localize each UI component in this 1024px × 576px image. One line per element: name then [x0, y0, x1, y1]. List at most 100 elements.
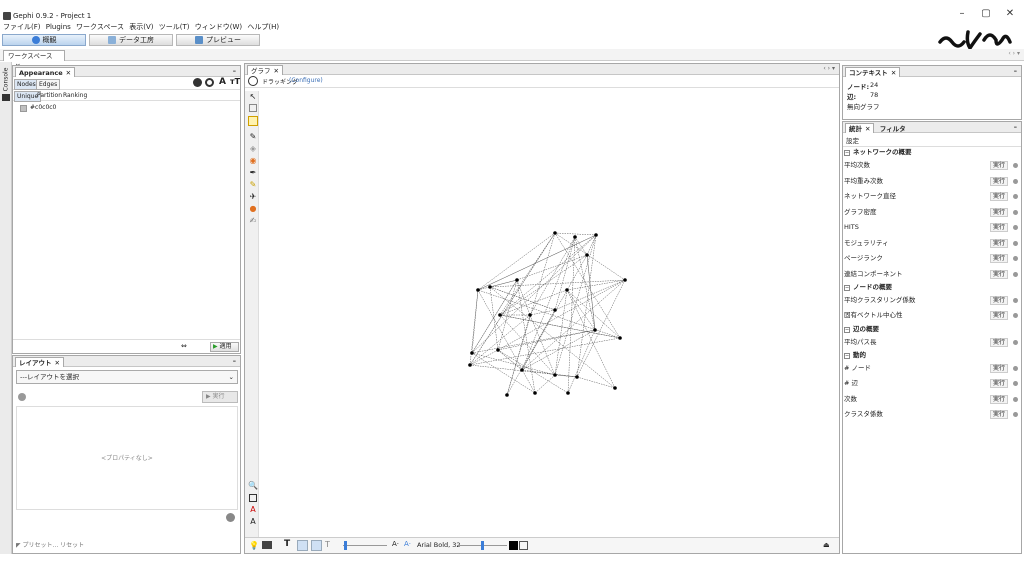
stats-section-header[interactable]: − 辺の概要	[844, 325, 1020, 334]
run-button[interactable]: 実行	[989, 296, 1008, 305]
minimize-button[interactable]: –	[952, 8, 972, 22]
color-picker-icon[interactable]	[509, 541, 518, 550]
edge-tool-icon[interactable]	[297, 540, 308, 551]
collapse-icon[interactable]: ⇔	[181, 342, 187, 350]
font-icon[interactable]: A	[248, 517, 258, 527]
graph-node[interactable]	[470, 351, 474, 355]
console-tab[interactable]: Console	[2, 68, 9, 92]
graph-node[interactable]	[575, 375, 579, 379]
info-icon[interactable]	[1013, 396, 1018, 402]
zoom-icon[interactable]: 🔍	[248, 481, 258, 491]
close-icon[interactable]: ✕	[891, 69, 896, 77]
graph-node[interactable]	[488, 285, 492, 289]
menu-tools[interactable]: ツール(T)	[159, 22, 190, 33]
graph-node[interactable]	[585, 253, 589, 257]
info-icon[interactable]	[1013, 225, 1018, 230]
run-button[interactable]: 実行	[989, 379, 1008, 389]
graph-node[interactable]	[623, 278, 627, 282]
preset-reset-link[interactable]: ◤ プリセット... リセット	[13, 540, 84, 549]
color-palette-icon[interactable]	[193, 78, 202, 87]
size-icon[interactable]	[205, 78, 214, 87]
layout-tab[interactable]: レイアウト ✕	[15, 357, 64, 367]
diamond-icon[interactable]: ◈	[248, 144, 258, 154]
graph-node[interactable]	[515, 278, 519, 282]
menu-workspace[interactable]: ワークスペース	[76, 22, 124, 33]
slider-thumb[interactable]	[481, 541, 484, 550]
menu-view[interactable]: 表示(V)	[129, 22, 153, 33]
run-button[interactable]: 実行	[989, 254, 1008, 263]
minimize-panel-icon[interactable]: –	[1014, 66, 1017, 76]
slider-thumb[interactable]	[344, 541, 347, 550]
graph-node[interactable]	[594, 233, 598, 237]
graph-node[interactable]	[593, 328, 597, 332]
edge-color-icon[interactable]	[311, 540, 322, 551]
label-icon[interactable]: A	[248, 505, 258, 515]
run-button[interactable]: 実行	[989, 161, 1008, 170]
run-button[interactable]: 実行	[989, 409, 1008, 419]
run-button[interactable]: 実行	[989, 207, 1008, 217]
graph-node[interactable]	[566, 391, 570, 395]
font-increase-icon[interactable]: A·	[404, 540, 411, 548]
apply-button[interactable]: ▶ 適用	[210, 342, 239, 352]
mode-overview-button[interactable]: 概観	[2, 34, 86, 46]
paint-icon[interactable]: ◉	[248, 156, 258, 166]
context-tab[interactable]: コンテキスト ✕	[845, 67, 901, 77]
menu-help[interactable]: ヘルプ(H)	[247, 22, 279, 33]
text-size-icon[interactable]: T	[325, 540, 330, 549]
mode-data-lab-button[interactable]: データ工房	[89, 34, 173, 46]
info-icon[interactable]	[1013, 313, 1018, 319]
stats-section-header[interactable]: − ノードの概要	[844, 283, 1020, 292]
menu-plugins[interactable]: Plugins	[46, 22, 71, 33]
graph-node[interactable]	[573, 235, 577, 239]
shortest-path-icon[interactable]: ✈	[248, 192, 258, 202]
layout-select[interactable]: ---レイアウトを選択 ⌄	[16, 370, 238, 384]
graph-node[interactable]	[565, 288, 569, 292]
graph-node[interactable]	[496, 348, 500, 352]
layout-run-button[interactable]: ▶ 実行	[202, 391, 238, 403]
info-icon[interactable]	[1013, 209, 1018, 215]
run-button[interactable]: 実行	[989, 394, 1008, 404]
run-button[interactable]: 実行	[989, 176, 1008, 186]
edit-icon[interactable]: ✍	[248, 216, 258, 226]
info-icon[interactable]	[1013, 178, 1018, 184]
workspace-tab[interactable]: ワークスペース 1✕	[3, 50, 65, 70]
run-button[interactable]: 実行	[989, 223, 1008, 232]
close-icon[interactable]: ✕	[274, 67, 279, 75]
minimize-panel-icon[interactable]: –	[1014, 122, 1017, 132]
mode-preview-button[interactable]: プレビュー	[176, 34, 260, 46]
graph-node[interactable]	[553, 373, 557, 377]
graph-tab[interactable]: グラフ ✕	[247, 65, 283, 75]
color-swatch[interactable]	[20, 105, 27, 112]
center-icon[interactable]	[249, 494, 257, 502]
run-button[interactable]: 実行	[989, 363, 1008, 373]
collapse-icon[interactable]: −	[844, 285, 850, 291]
minimize-panel-icon[interactable]: –	[233, 66, 236, 76]
info-icon[interactable]	[18, 393, 26, 401]
edges-tab[interactable]: Edges	[36, 79, 61, 90]
run-button[interactable]: 実行	[989, 337, 1008, 347]
close-icon[interactable]: ✕	[66, 69, 71, 77]
run-button[interactable]: 実行	[989, 311, 1008, 321]
collapse-icon[interactable]: −	[844, 326, 850, 333]
tab-scroll-arrows-icon[interactable]: ‹ › ▾	[1008, 50, 1020, 57]
graph-node[interactable]	[533, 391, 537, 395]
menu-window[interactable]: ウィンドウ(W)	[195, 22, 242, 33]
settings-link[interactable]: 設定	[846, 135, 859, 145]
graph-node[interactable]	[520, 368, 524, 372]
heat-icon[interactable]: ●	[248, 204, 258, 214]
graph-canvas[interactable]	[460, 225, 630, 400]
graph-node[interactable]	[468, 363, 472, 367]
partition-tab[interactable]: Partition	[37, 91, 62, 100]
run-button[interactable]: 実行	[989, 238, 1008, 248]
font-label[interactable]: Arial Bold, 32	[417, 541, 461, 549]
stats-section-header[interactable]: − 動的	[844, 351, 1020, 360]
graph-node[interactable]	[498, 313, 502, 317]
filters-tab[interactable]: フィルタ	[880, 125, 906, 133]
background-icon[interactable]	[519, 541, 528, 550]
info-icon[interactable]	[1013, 365, 1018, 371]
run-button[interactable]: 実行	[989, 192, 1008, 201]
info-icon[interactable]	[1013, 271, 1018, 277]
info-icon[interactable]	[1013, 256, 1018, 261]
select-icon[interactable]: ↖	[248, 92, 258, 102]
expand-icon[interactable]: ⏏	[823, 541, 830, 549]
